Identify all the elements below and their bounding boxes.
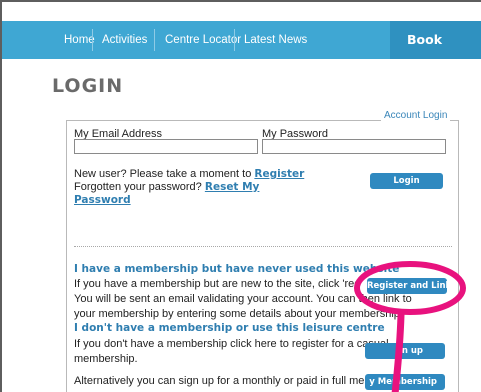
annotation-overlay <box>354 261 466 392</box>
highlight-circle-annotation <box>354 261 466 315</box>
browser-frame: Home Activities Centre Locator Latest Ne… <box>0 0 481 392</box>
arrow-line-annotation <box>391 311 405 392</box>
